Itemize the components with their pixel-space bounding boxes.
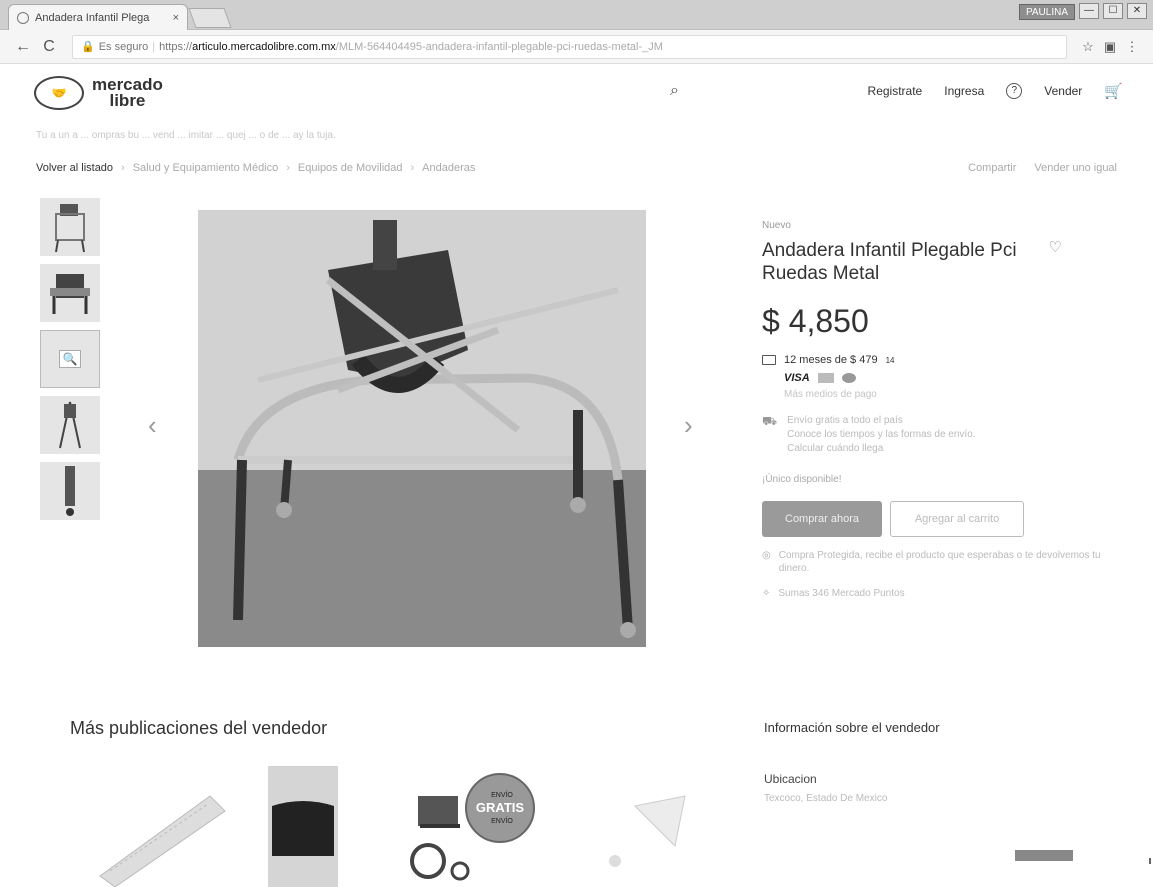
seller-info-heading: Información sobre el vendedor	[764, 720, 940, 735]
reload-icon[interactable]: C	[36, 38, 62, 56]
browser-tabbar: Andadera Infantil Plega × PAULINA — ☐ ✕	[0, 0, 1153, 30]
thumbnail[interactable]	[40, 264, 100, 322]
close-window-button[interactable]: ✕	[1127, 3, 1147, 19]
tab-close-icon[interactable]: ×	[173, 12, 179, 24]
shipping-badge-top: ENVÍO	[491, 792, 513, 799]
thumbnail[interactable]	[40, 396, 100, 454]
search-icon[interactable]: ⌕	[670, 82, 679, 100]
favorite-heart-icon[interactable]: ♡	[1049, 238, 1062, 256]
points-info: ✧ Sumas 346 Mercado Puntos	[762, 587, 1112, 600]
cart-icon[interactable]: 🛒	[1104, 82, 1123, 100]
thumbnail[interactable]	[40, 198, 100, 256]
stock-label: ¡Único disponible!	[762, 474, 842, 485]
extension-icon[interactable]: ▣	[1099, 39, 1121, 55]
browser-menu-icon[interactable]: ⋮	[1121, 39, 1143, 55]
protected-text: Compra Protegida, recibe el producto que…	[778, 550, 1101, 574]
amex-logo-icon	[817, 373, 834, 383]
calculate-arrival-link[interactable]: Calcular cuándo llega	[787, 442, 975, 456]
breadcrumb-item[interactable]: Equipos de Movilidad	[298, 162, 403, 174]
new-tab-button[interactable]	[188, 8, 232, 28]
product-panel: Nuevo Andadera Infantil Plegable Pci Rue…	[762, 220, 1112, 600]
points-icon: ✧	[762, 588, 771, 599]
free-shipping-text: Envío gratis a todo el país	[787, 415, 903, 426]
zoom-icon: 🔍	[58, 350, 82, 368]
installments-row: 12 meses de $ 479 14	[762, 354, 1112, 366]
payment-logos: VISA	[784, 372, 1112, 384]
back-icon[interactable]: ←	[10, 38, 36, 56]
breadcrumb-item[interactable]: Salud y Equipamiento Médico	[133, 162, 279, 174]
truck-icon: ⛟	[762, 414, 778, 428]
location-label: Ubicacion	[764, 772, 817, 786]
next-image-arrow[interactable]: ›	[684, 410, 693, 441]
condition-label: Nuevo	[762, 220, 791, 231]
shipping-times-link[interactable]: Conoce los tiempos y las formas de envío…	[787, 428, 975, 442]
product-title: Andadera Infantil Plegable Pci Ruedas Me…	[762, 240, 1017, 284]
prev-image-arrow[interactable]: ‹	[148, 410, 157, 441]
installments-text: 12 meses de $ 479	[784, 354, 878, 366]
more-payments-link[interactable]: Más medios de pago	[784, 389, 1112, 400]
mercadolibre-logo[interactable]: 🤝 mercado libre	[34, 76, 163, 110]
help-icon[interactable]: ?	[1006, 83, 1023, 99]
points-text: Sumas 346 Mercado Puntos	[778, 588, 905, 599]
shield-icon: ◎	[762, 550, 771, 561]
lock-icon: 🔒	[81, 41, 95, 53]
credit-card-icon	[762, 355, 776, 365]
buy-now-button[interactable]: Comprar ahora	[762, 501, 882, 537]
url-scheme: https://	[159, 40, 193, 53]
protected-purchase: ◎ Compra Protegida, recibe el producto q…	[762, 549, 1112, 575]
product-main-image[interactable]	[198, 210, 646, 647]
location-value: Texcoco, Estado De Mexico	[764, 793, 888, 804]
product-price: $ 4,850	[762, 303, 869, 339]
thumbnail[interactable]	[40, 462, 100, 520]
breadcrumb-item[interactable]: Andaderas	[422, 162, 475, 174]
maximize-button[interactable]: ☐	[1103, 3, 1123, 19]
redacted-block	[1015, 850, 1073, 861]
share-link[interactable]: Compartir	[968, 162, 1016, 174]
register-link[interactable]: Registrate	[868, 84, 923, 98]
add-to-cart-button[interactable]: Agregar al carrito	[890, 501, 1024, 537]
logo-text-line2: libre	[109, 91, 146, 110]
bookmark-star-icon[interactable]: ☆	[1077, 39, 1099, 55]
handshake-icon: 🤝	[34, 76, 84, 110]
sell-one-link[interactable]: Vender uno igual	[1034, 162, 1117, 174]
scrollbar-indicator[interactable]	[1149, 858, 1151, 864]
publication-item[interactable]: ENVÍO GRATIS ENVÍO	[400, 766, 540, 887]
login-link[interactable]: Ingresa	[944, 84, 984, 98]
breadcrumb: Volver al listado › Salud y Equipamiento…	[36, 162, 476, 174]
address-toolbar: ← C 🔒 Es seguro | https:// articulo.merc…	[0, 30, 1153, 64]
publication-item[interactable]	[90, 766, 230, 887]
back-to-list-link[interactable]: Volver al listado	[36, 162, 113, 174]
minimize-button[interactable]: —	[1079, 3, 1099, 19]
secure-label: Es seguro	[98, 40, 149, 53]
mastercard-logo-icon	[841, 373, 856, 383]
shipping-badge-bottom: ENVÍO	[491, 818, 513, 825]
sell-link[interactable]: Vender	[1044, 84, 1082, 98]
thumbnail-list: 🔍	[40, 198, 100, 520]
header-links: Registrate Ingresa ? Vender 🛒	[868, 82, 1123, 100]
visa-logo: VISA	[784, 372, 810, 384]
url-bar[interactable]: 🔒 Es seguro | https:// articulo.mercadol…	[72, 34, 1067, 59]
profile-chip[interactable]: PAULINA	[1018, 4, 1075, 20]
thumbnail-selected[interactable]: 🔍	[40, 330, 100, 388]
shipping-info: ⛟ Envío gratis a todo el país Conoce los…	[762, 414, 1112, 456]
more-publications-heading: Más publicaciones del vendedor	[70, 718, 328, 738]
url-path: /MLM-564404495-andadera-infantil-plegabl…	[335, 40, 663, 53]
window-controls: — ☐ ✕	[1079, 3, 1147, 19]
shipping-badge-mid: GRATIS	[475, 800, 525, 815]
purchase-buttons: Comprar ahora Agregar al carrito	[762, 501, 1112, 537]
url-host: articulo.mercadolibre.com.mx	[192, 40, 336, 53]
faint-notice: Tu a un a ... ompras bu ... vend ... imi…	[36, 130, 336, 141]
publication-item[interactable]	[258, 766, 348, 887]
favicon-icon	[17, 11, 29, 24]
page-actions: Compartir Vender uno igual	[968, 162, 1117, 174]
site-header: 🤝 mercado libre ⌕ Registrate Ingresa ? V…	[0, 64, 1153, 124]
publication-item[interactable]	[555, 766, 695, 887]
tab-title: Andadera Infantil Plega	[35, 11, 150, 24]
browser-tab[interactable]: Andadera Infantil Plega ×	[8, 4, 188, 30]
